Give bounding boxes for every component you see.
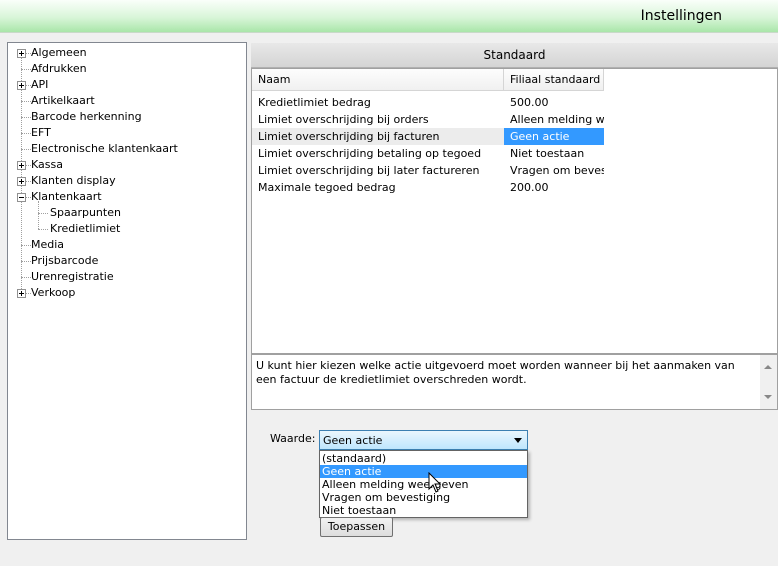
- expand-icon[interactable]: [17, 161, 26, 170]
- tree-item-barcode-herkenning[interactable]: Barcode herkenning: [31, 109, 142, 125]
- scroll-down-icon[interactable]: [764, 395, 772, 399]
- tree-item-spaarpunten[interactable]: Spaarpunten: [50, 205, 121, 221]
- tree-item-media[interactable]: Media: [31, 237, 64, 253]
- tree-item-klantenkaart[interactable]: Klantenkaart: [31, 189, 102, 205]
- tree-line: [21, 117, 31, 118]
- dropdown-option[interactable]: Vragen om bevestiging: [320, 491, 527, 504]
- scroll-up-icon[interactable]: [764, 365, 772, 369]
- tree-item-urenregistratie[interactable]: Urenregistratie: [31, 269, 114, 285]
- waarde-dropdown-list[interactable]: (standaard) Geen actie Alleen melding weer…: [319, 450, 528, 518]
- grid-cell-name[interactable]: Limiet overschrijding bij orders: [252, 111, 504, 128]
- tree-line: [38, 229, 48, 230]
- tree-item-eft[interactable]: EFT: [31, 125, 51, 141]
- tree-line: [21, 277, 31, 278]
- tree-line: [21, 245, 31, 246]
- tree-item-afdrukken[interactable]: Afdrukken: [31, 61, 87, 77]
- expand-icon[interactable]: [17, 177, 26, 186]
- expand-icon[interactable]: [17, 81, 26, 90]
- grid-cell-value[interactable]: Niet toestaan: [504, 145, 604, 162]
- settings-grid[interactable]: Naam Filiaal standaard Kredietlimiet bed…: [251, 68, 778, 354]
- grid-cell-name[interactable]: Limiet overschrijding bij later facturer…: [252, 162, 504, 179]
- dropdown-option[interactable]: Alleen melding weergeven: [320, 478, 527, 491]
- tree-line: [21, 133, 31, 134]
- dropdown-arrow-icon[interactable]: [514, 438, 522, 443]
- tree-item-verkoop[interactable]: Verkoop: [31, 285, 75, 301]
- tree-item-kredietlimiet[interactable]: Kredietlimiet: [50, 221, 120, 237]
- grid-cell-name[interactable]: Limiet overschrijding bij facturen: [252, 128, 504, 145]
- tree-line: [38, 201, 39, 229]
- tree-item-artikelkaart[interactable]: Artikelkaart: [31, 93, 95, 109]
- expand-icon[interactable]: [17, 289, 26, 298]
- mouse-cursor-icon: [428, 472, 442, 493]
- column-header-naam[interactable]: Naam: [252, 69, 504, 91]
- tree-item-api[interactable]: API: [31, 77, 48, 93]
- dropdown-option[interactable]: (standaard): [320, 452, 527, 465]
- grid-cell-value[interactable]: Vragen om bevestiging: [504, 162, 604, 179]
- tree-line: [21, 69, 31, 70]
- tree-line: [21, 101, 31, 102]
- waarde-selected-value: Geen actie: [323, 434, 383, 447]
- tree-item-kassa[interactable]: Kassa: [31, 157, 63, 173]
- tree-item-electronische-klantenkaart[interactable]: Electronische klantenkaart: [31, 141, 178, 157]
- grid-cell-value[interactable]: Alleen melding weergeven: [504, 111, 604, 128]
- description-box: U kunt hier kiezen welke actie uitgevoer…: [251, 354, 778, 410]
- description-text: U kunt hier kiezen welke actie uitgevoer…: [256, 359, 735, 386]
- collapse-icon[interactable]: [17, 193, 26, 202]
- tree-line: [21, 261, 31, 262]
- waarde-combobox[interactable]: Geen actie: [319, 430, 528, 450]
- dropdown-option[interactable]: Niet toestaan: [320, 504, 527, 517]
- title-bar: Instellingen: [0, 0, 778, 33]
- waarde-label: Waarde:: [270, 432, 316, 445]
- grid-cell-name[interactable]: Kredietlimiet bedrag: [252, 94, 504, 111]
- expand-icon[interactable]: [17, 49, 26, 58]
- tree-line: [38, 213, 48, 214]
- column-header-filiaal-standaard[interactable]: Filiaal standaard: [504, 69, 604, 91]
- tree-item-algemeen[interactable]: Algemeen: [31, 45, 87, 61]
- grid-cell-value[interactable]: Geen actie: [504, 128, 604, 145]
- tree-item-prijsbarcode[interactable]: Prijsbarcode: [31, 253, 98, 269]
- grid-cell-name[interactable]: Limiet overschrijding betaling op tegoed: [252, 145, 504, 162]
- grid-cell-name[interactable]: Maximale tegoed bedrag: [252, 179, 504, 196]
- apply-button[interactable]: Toepassen: [320, 517, 393, 537]
- grid-cell-value[interactable]: 500.00: [504, 94, 604, 111]
- window-title: Instellingen: [640, 8, 722, 24]
- panel-title: Standaard: [251, 43, 778, 68]
- dropdown-option[interactable]: Geen actie: [320, 465, 527, 478]
- settings-tree[interactable]: Algemeen Afdrukken API Artikelkaart Barcode …: [7, 42, 247, 540]
- tree-item-klanten-display[interactable]: Klanten display: [31, 173, 116, 189]
- grid-cell-value[interactable]: 200.00: [504, 179, 604, 196]
- tree-line: [21, 149, 31, 150]
- description-scrollbar[interactable]: [760, 355, 777, 409]
